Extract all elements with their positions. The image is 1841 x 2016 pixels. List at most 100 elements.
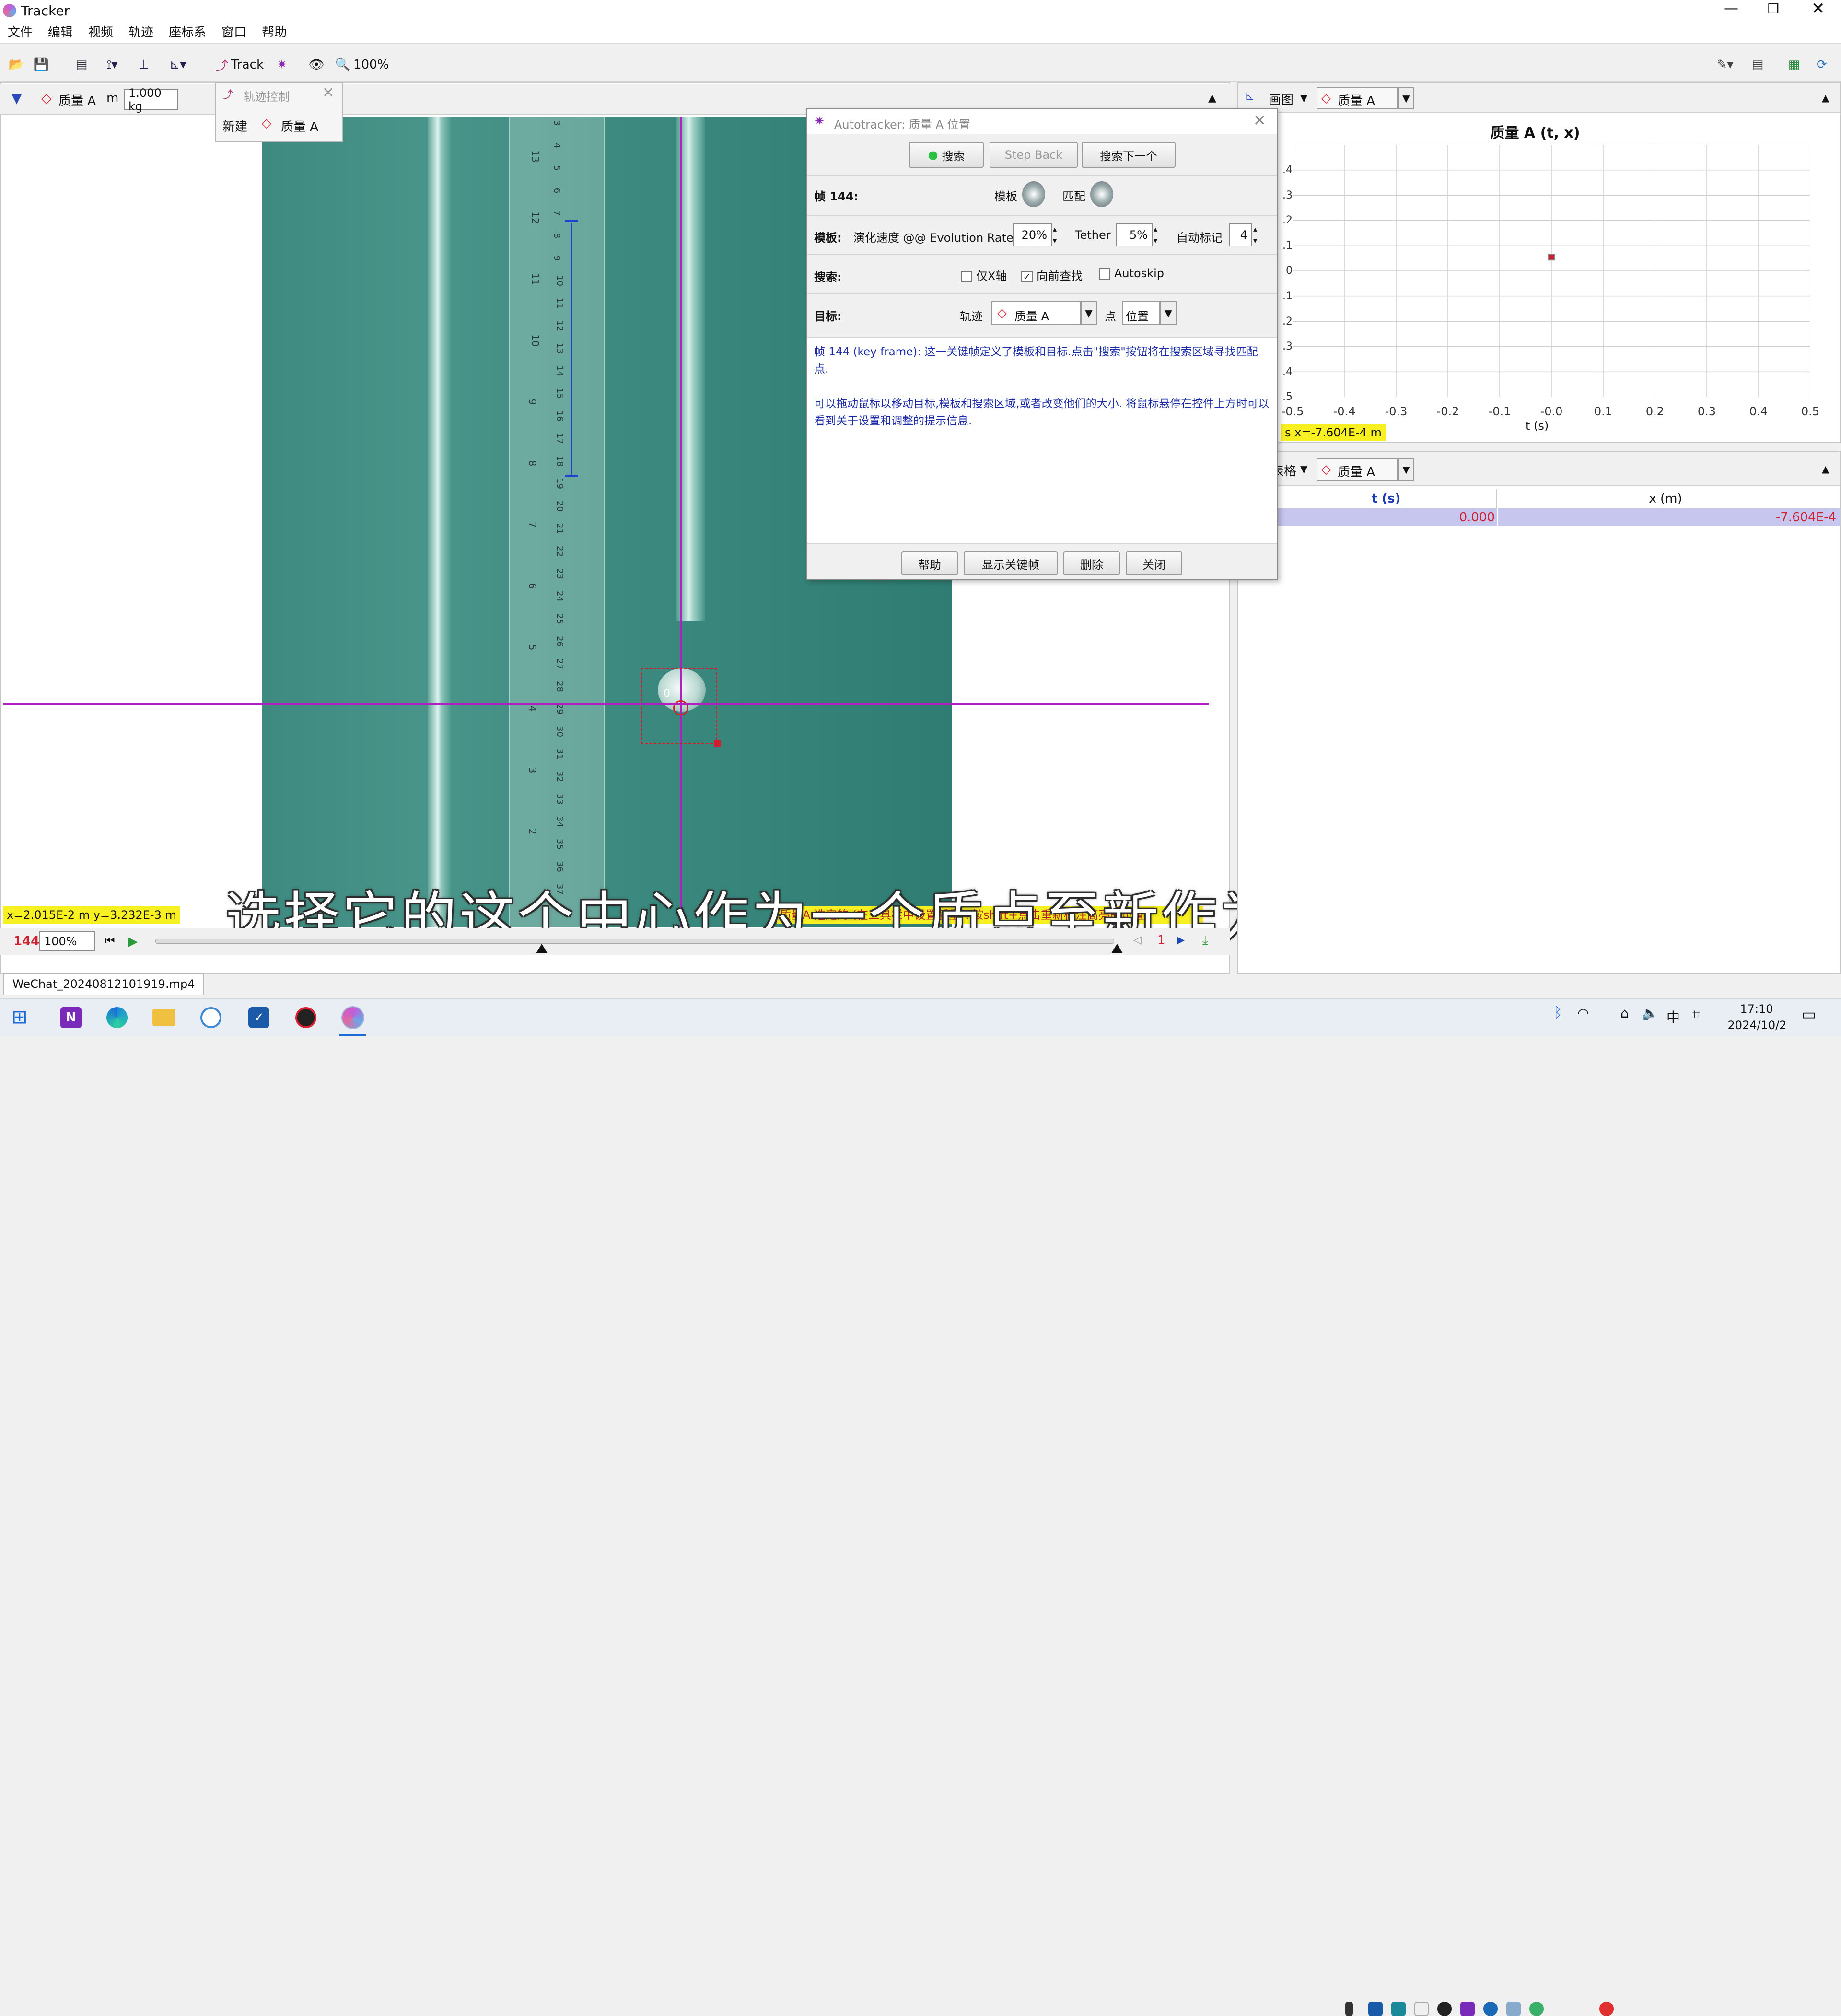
menu-help[interactable]: 帮助: [254, 21, 294, 44]
keyboard-layout-icon[interactable]: ⌗: [1692, 1006, 1700, 1022]
tray-app-icon-1[interactable]: [1368, 2002, 1383, 2016]
bluetooth-icon[interactable]: ᛒ: [1553, 1004, 1562, 1021]
onenote-app-icon[interactable]: N: [60, 1007, 82, 1028]
tray-app-icon-2[interactable]: [1391, 2002, 1406, 2016]
tray-app-icon-3[interactable]: [1414, 2002, 1429, 2016]
table-track-chevron-icon[interactable]: ▼: [1398, 458, 1414, 481]
windows-start-icon[interactable]: ⊞: [12, 1006, 28, 1028]
loop-icon[interactable]: ⤓: [1202, 933, 1208, 948]
visibility-icon[interactable]: 👁: [307, 51, 326, 78]
draw-icon[interactable]: ✎▾: [1711, 51, 1739, 78]
notifications-icon[interactable]: ▭: [1802, 1005, 1816, 1023]
x-only-checkbox[interactable]: 仅X轴: [961, 267, 1007, 283]
target-track-select[interactable]: ◇ 质量 A: [991, 301, 1081, 325]
automark-field[interactable]: 4: [1229, 223, 1252, 246]
file-explorer-app-icon[interactable]: [152, 1009, 175, 1026]
clip-settings-icon[interactable]: ▤: [72, 51, 91, 78]
table-header-x[interactable]: x (m): [1498, 489, 1833, 508]
help-button[interactable]: 帮助: [901, 551, 958, 575]
point-select[interactable]: 位置: [1122, 301, 1160, 325]
collapse-up-icon[interactable]: ▲: [1208, 92, 1216, 104]
tray-onenote-icon[interactable]: [1460, 2002, 1475, 2016]
menu-file[interactable]: 文件: [0, 21, 40, 44]
table-header-t[interactable]: t (s): [1276, 489, 1497, 508]
evolution-spinner-icon[interactable]: ▴ ▾: [1053, 223, 1057, 246]
track-control-close-icon[interactable]: ✕: [322, 84, 334, 101]
clock-date[interactable]: 2024/10/2: [1721, 1019, 1793, 1032]
plot-collapse-icon[interactable]: ▲: [1822, 92, 1829, 104]
coordinate-system-icon[interactable]: ⊾▾: [161, 51, 195, 78]
region-resize-handle[interactable]: [714, 740, 721, 747]
step-forward-icon[interactable]: ▶: [1177, 934, 1185, 946]
rate-field[interactable]: 100%: [39, 931, 95, 951]
tray-app-icon-4[interactable]: [1437, 2002, 1452, 2016]
delete-button[interactable]: 删除: [1063, 551, 1120, 575]
step-back-icon[interactable]: ◁: [1133, 934, 1142, 946]
track-dropdown-icon[interactable]: ▼: [12, 90, 22, 106]
wifi-icon[interactable]: ◠: [1577, 1005, 1589, 1021]
track-name[interactable]: 质量 A: [58, 91, 96, 109]
search-next-button[interactable]: 搜索下一个: [1082, 142, 1176, 168]
autoskip-checkbox[interactable]: Autoskip: [1099, 267, 1164, 280]
calibration-icon[interactable]: ⟟▾: [98, 51, 127, 78]
ime-indicator[interactable]: 中: [1666, 1007, 1680, 1026]
refresh-icon[interactable]: ⟳: [1812, 51, 1831, 78]
target-marker[interactable]: [673, 700, 688, 715]
app-icon-6[interactable]: [295, 1007, 316, 1028]
slider-end-marker[interactable]: [1111, 944, 1123, 953]
tray-app-icon-5[interactable]: [1483, 2002, 1498, 2016]
save-icon[interactable]: 💾: [32, 51, 51, 78]
axes-icon[interactable]: ⊥: [134, 51, 153, 78]
plot-track-chevron-icon[interactable]: ▼: [1398, 87, 1414, 109]
slider-start-marker[interactable]: [536, 944, 548, 953]
menu-window[interactable]: 窗口: [214, 21, 254, 44]
reset-icon[interactable]: ⏮: [105, 934, 115, 948]
notes-icon[interactable]: ▤: [1748, 51, 1767, 78]
menu-coords[interactable]: 座标系: [161, 21, 214, 44]
table-row[interactable]: 0.000 -7.604E-4: [1276, 508, 1840, 526]
table-track-select[interactable]: ◇ 质量 A: [1317, 458, 1398, 481]
autotracker-icon[interactable]: ✷: [272, 51, 291, 78]
tray-mic-icon[interactable]: [1345, 2002, 1353, 2016]
search-button[interactable]: ● 搜索: [909, 142, 984, 168]
target-track-chevron-icon[interactable]: ▼: [1081, 301, 1097, 325]
restore-icon[interactable]: ❐: [1767, 1, 1779, 17]
frame-number[interactable]: 144: [13, 934, 39, 949]
app-icon-4[interactable]: [200, 1007, 221, 1028]
point-chevron-icon[interactable]: ▼: [1160, 301, 1177, 325]
tether-spinner-icon[interactable]: ▴ ▾: [1154, 223, 1157, 246]
clock-time[interactable]: 17:10: [1737, 1002, 1776, 1016]
table-collapse-icon[interactable]: ▲: [1822, 463, 1829, 475]
menu-track[interactable]: 轨迹: [121, 21, 161, 44]
network-icon[interactable]: ⌂: [1620, 1005, 1629, 1021]
mass-field[interactable]: 1.000 kg: [124, 86, 178, 113]
track-button[interactable]: ⤴ Track: [211, 51, 268, 78]
autotracker-close-icon[interactable]: ✕: [1253, 111, 1266, 129]
close-button[interactable]: 关闭: [1126, 551, 1182, 575]
zoom-button[interactable]: 🔍 100%: [335, 51, 389, 78]
show-keyframe-button[interactable]: 显示关键帧: [964, 551, 1058, 575]
look-ahead-checkbox[interactable]: ✓ 向前查找: [1021, 267, 1083, 283]
automark-spinner-icon[interactable]: ▴ ▾: [1253, 223, 1257, 246]
tether-field[interactable]: 5%: [1116, 223, 1153, 246]
menu-video[interactable]: 视频: [81, 21, 121, 44]
menu-edit[interactable]: 编辑: [40, 21, 81, 44]
file-tab[interactable]: WeChat_20240812101919.mp4: [3, 973, 205, 995]
tray-app-icon-6[interactable]: [1506, 2002, 1521, 2016]
play-icon[interactable]: ▶: [128, 933, 138, 949]
volume-icon[interactable]: 🔈: [1642, 1005, 1658, 1021]
open-folder-icon[interactable]: 📂: [7, 51, 26, 78]
tracker-app-icon[interactable]: [341, 1006, 364, 1029]
close-icon[interactable]: ✕: [1811, 0, 1825, 18]
plot-view-dropdown[interactable]: 画图: [1269, 90, 1293, 108]
step-size-icon[interactable]: 1: [1157, 933, 1165, 948]
step-back-button[interactable]: Step Back: [990, 142, 1078, 168]
minimize-icon[interactable]: —: [1724, 0, 1738, 17]
evolution-field[interactable]: 20%: [1013, 223, 1052, 246]
tray-app-icon-8[interactable]: [1599, 2002, 1614, 2016]
frame-slider[interactable]: [155, 939, 1114, 944]
new-track-button[interactable]: 新建: [222, 117, 247, 135]
tray-app-icon-7[interactable]: [1529, 2002, 1544, 2016]
plot-area[interactable]: [1293, 145, 1810, 397]
plot-track-select[interactable]: ◇ 质量 A: [1317, 87, 1398, 109]
